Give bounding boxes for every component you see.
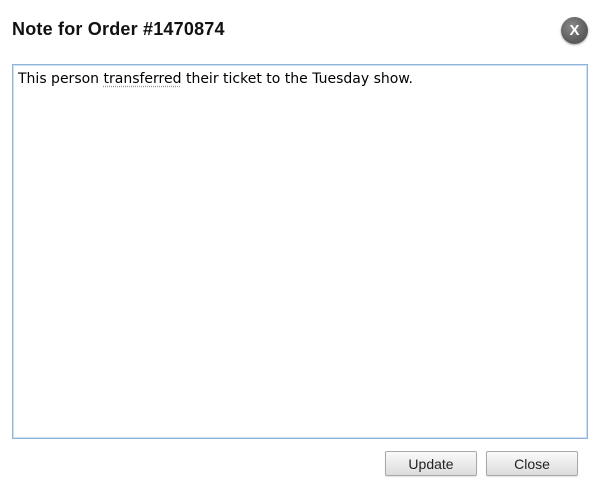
note-text: This person transferred their ticket to … [18,71,413,87]
note-textarea[interactable]: This person transferred their ticket to … [12,64,588,439]
close-icon[interactable]: X [561,17,588,44]
note-text-start: This person [18,71,104,87]
update-button[interactable]: Update [385,451,477,476]
close-icon-glyph: X [569,22,580,39]
note-text-flagged-word: transferred [103,71,182,87]
dialog-title: Note for Order #1470874 [12,19,225,39]
close-button[interactable]: Close [486,451,578,476]
order-note-dialog: Note for Order #1470874 X This person tr… [0,0,600,495]
note-text-end: their ticket to the Tuesday show. [181,71,413,87]
